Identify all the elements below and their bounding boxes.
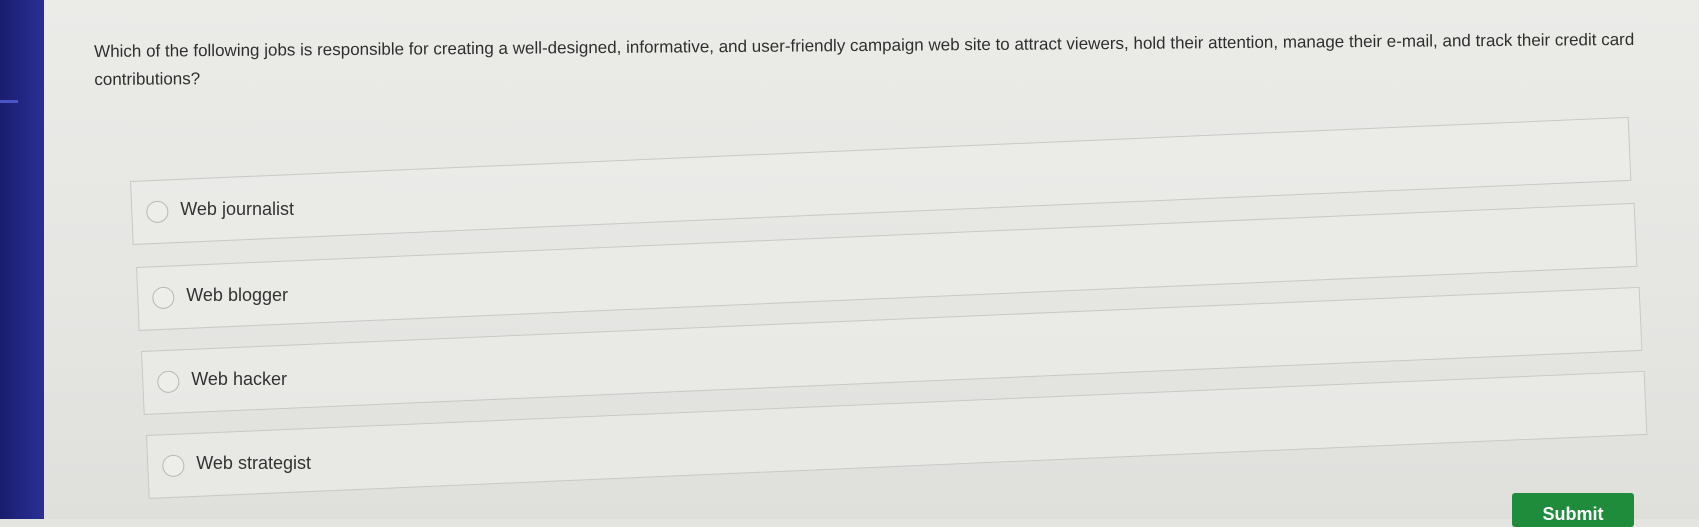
option-label: Web journalist: [180, 198, 294, 219]
question-text: Which of the following jobs is responsib…: [94, 29, 1635, 89]
option-label: Web strategist: [196, 452, 311, 473]
question-card: Which of the following jobs is responsib…: [44, 0, 1699, 519]
option-label: Web blogger: [186, 284, 288, 305]
radio-button[interactable]: [146, 200, 169, 223]
option-label: Web hacker: [191, 368, 287, 389]
submit-button[interactable]: Submit: [1512, 493, 1634, 527]
left-sidebar-edge: [0, 0, 44, 519]
radio-button[interactable]: [152, 286, 175, 309]
radio-button[interactable]: [157, 370, 180, 393]
radio-button[interactable]: [162, 454, 185, 477]
